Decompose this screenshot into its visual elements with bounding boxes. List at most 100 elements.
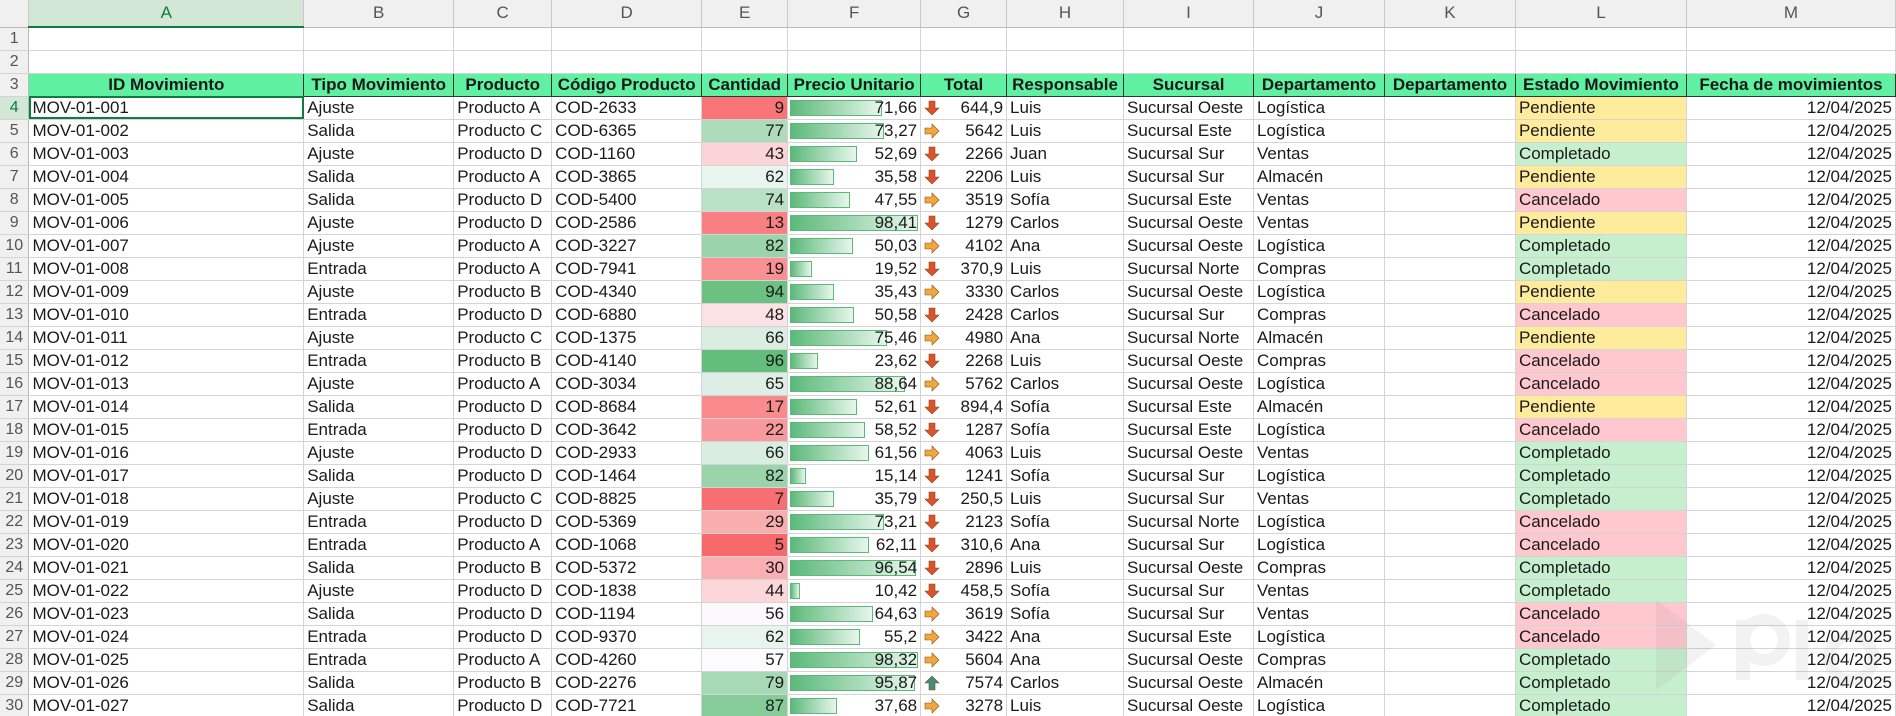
total-cell[interactable]: 5604 (920, 648, 1008, 672)
id-cell[interactable]: MOV-01-026 (28, 671, 305, 695)
fecha-cell[interactable]: 12/04/2025 (1686, 556, 1896, 580)
codigo-cell[interactable]: COD-7941 (551, 257, 703, 281)
fecha-cell[interactable]: 12/04/2025 (1686, 257, 1896, 281)
status-cell[interactable]: Cancelado (1515, 625, 1687, 649)
empty-cell[interactable] (701, 27, 789, 51)
sucursal-cell[interactable]: Sucursal Oeste (1123, 372, 1255, 396)
column-header-d[interactable]: D (551, 0, 703, 28)
fecha-cell[interactable]: 12/04/2025 (1686, 648, 1896, 672)
sucursal-cell[interactable]: Sucursal Sur (1123, 602, 1255, 626)
empty-cell[interactable] (303, 27, 455, 51)
departamento-empty-cell[interactable] (1384, 418, 1516, 442)
departamento-cell[interactable]: Almacén (1253, 326, 1385, 350)
departamento-cell[interactable]: Compras (1253, 257, 1385, 281)
column-header-i[interactable]: I (1123, 0, 1255, 28)
row-header-23[interactable]: 23 (0, 533, 30, 557)
empty-cell[interactable] (551, 50, 703, 74)
cantidad-cell[interactable]: 62 (701, 625, 789, 649)
fecha-cell[interactable]: 12/04/2025 (1686, 694, 1896, 716)
id-cell[interactable]: MOV-01-008 (28, 257, 305, 281)
tipo-cell[interactable]: Entrada (303, 648, 455, 672)
cantidad-cell[interactable]: 74 (701, 188, 789, 212)
producto-cell[interactable]: Producto B (453, 280, 553, 304)
id-cell[interactable]: MOV-01-014 (28, 395, 305, 419)
departamento-empty-cell[interactable] (1384, 211, 1516, 235)
id-cell[interactable]: MOV-01-013 (28, 372, 305, 396)
id-cell[interactable]: MOV-01-021 (28, 556, 305, 580)
sucursal-cell[interactable]: Sucursal Oeste (1123, 671, 1255, 695)
id-cell[interactable]: MOV-01-010 (28, 303, 305, 327)
precio-cell[interactable]: 52,61 (787, 395, 922, 419)
responsable-cell[interactable]: Sofía (1006, 188, 1125, 212)
column-header-f[interactable]: F (787, 0, 922, 28)
table-header-cell[interactable]: Sucursal (1123, 72, 1255, 97)
precio-cell[interactable]: 88,64 (787, 372, 922, 396)
responsable-cell[interactable]: Ana (1006, 648, 1125, 672)
sucursal-cell[interactable]: Sucursal Sur (1123, 464, 1255, 488)
total-cell[interactable]: 2268 (920, 349, 1008, 373)
cantidad-cell[interactable]: 13 (701, 211, 789, 235)
responsable-cell[interactable]: Luis (1006, 257, 1125, 281)
cantidad-cell[interactable]: 57 (701, 648, 789, 672)
total-cell[interactable]: 1287 (920, 418, 1008, 442)
codigo-cell[interactable]: COD-1375 (551, 326, 703, 350)
total-cell[interactable]: 2266 (920, 142, 1008, 166)
fecha-cell[interactable]: 12/04/2025 (1686, 165, 1896, 189)
departamento-empty-cell[interactable] (1384, 142, 1516, 166)
empty-cell[interactable] (787, 27, 922, 51)
responsable-cell[interactable]: Luis (1006, 96, 1125, 120)
precio-cell[interactable]: 62,11 (787, 533, 922, 557)
departamento-cell[interactable]: Logística (1253, 694, 1385, 716)
row-header-8[interactable]: 8 (0, 188, 30, 212)
row-header-4[interactable]: 4 (0, 96, 30, 120)
codigo-cell[interactable]: COD-3034 (551, 372, 703, 396)
tipo-cell[interactable]: Ajuste (303, 441, 455, 465)
id-cell[interactable]: MOV-01-015 (28, 418, 305, 442)
id-cell[interactable]: MOV-01-003 (28, 142, 305, 166)
table-header-cell[interactable]: Producto (453, 72, 553, 97)
tipo-cell[interactable]: Ajuste (303, 326, 455, 350)
cantidad-cell[interactable]: 7 (701, 487, 789, 511)
id-cell[interactable]: MOV-01-024 (28, 625, 305, 649)
precio-cell[interactable]: 52,69 (787, 142, 922, 166)
codigo-cell[interactable]: COD-4340 (551, 280, 703, 304)
producto-cell[interactable]: Producto C (453, 487, 553, 511)
cantidad-cell[interactable]: 66 (701, 326, 789, 350)
cantidad-cell[interactable]: 17 (701, 395, 789, 419)
departamento-empty-cell[interactable] (1384, 234, 1516, 258)
departamento-empty-cell[interactable] (1384, 349, 1516, 373)
row-header-13[interactable]: 13 (0, 303, 30, 327)
id-cell[interactable]: MOV-01-017 (28, 464, 305, 488)
sucursal-cell[interactable]: Sucursal Este (1123, 188, 1255, 212)
cantidad-cell[interactable]: 82 (701, 234, 789, 258)
fecha-cell[interactable]: 12/04/2025 (1686, 441, 1896, 465)
tipo-cell[interactable]: Entrada (303, 349, 455, 373)
responsable-cell[interactable]: Luis (1006, 556, 1125, 580)
empty-cell[interactable] (453, 50, 553, 74)
fecha-cell[interactable]: 12/04/2025 (1686, 96, 1896, 120)
id-cell[interactable]: MOV-01-002 (28, 119, 305, 143)
codigo-cell[interactable]: COD-4260 (551, 648, 703, 672)
responsable-cell[interactable]: Luis (1006, 119, 1125, 143)
producto-cell[interactable]: Producto D (453, 510, 553, 534)
precio-cell[interactable]: 75,46 (787, 326, 922, 350)
status-cell[interactable]: Completado (1515, 579, 1687, 603)
empty-cell[interactable] (1006, 50, 1125, 74)
id-cell[interactable]: MOV-01-009 (28, 280, 305, 304)
producto-cell[interactable]: Producto D (453, 602, 553, 626)
sucursal-cell[interactable]: Sucursal Este (1123, 395, 1255, 419)
sucursal-cell[interactable]: Sucursal Oeste (1123, 349, 1255, 373)
fecha-cell[interactable]: 12/04/2025 (1686, 418, 1896, 442)
empty-cell[interactable] (1253, 50, 1385, 74)
row-header-30[interactable]: 30 (0, 694, 30, 716)
codigo-cell[interactable]: COD-5369 (551, 510, 703, 534)
codigo-cell[interactable]: COD-5400 (551, 188, 703, 212)
producto-cell[interactable]: Producto B (453, 671, 553, 695)
status-cell[interactable]: Cancelado (1515, 372, 1687, 396)
producto-cell[interactable]: Producto A (453, 372, 553, 396)
producto-cell[interactable]: Producto D (453, 303, 553, 327)
status-cell[interactable]: Cancelado (1515, 602, 1687, 626)
status-cell[interactable]: Completado (1515, 257, 1687, 281)
departamento-empty-cell[interactable] (1384, 280, 1516, 304)
cantidad-cell[interactable]: 9 (701, 96, 789, 120)
